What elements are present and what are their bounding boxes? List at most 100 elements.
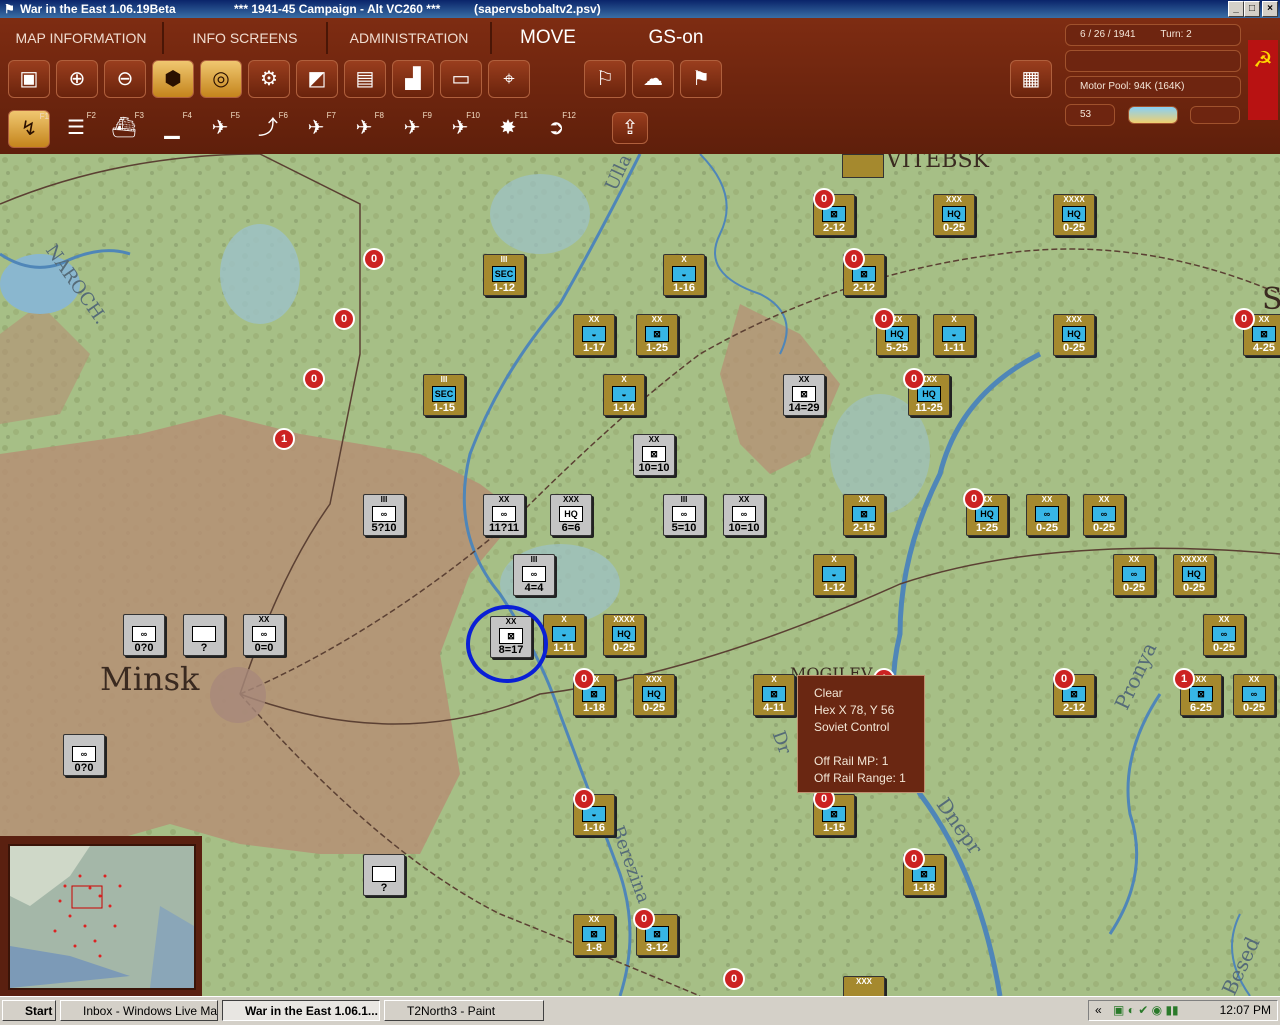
unit-counter[interactable]: XX ∞ 0-25 (1083, 494, 1125, 536)
unit-counter[interactable]: XXX (843, 976, 885, 996)
stack-icon[interactable]: ◩ (296, 60, 338, 98)
unit-counter[interactable]: ? (363, 854, 405, 896)
unit-counter[interactable]: XXX HQ 0-25 (633, 674, 675, 716)
unit-counter[interactable]: XXX HQ 0-25 (1053, 314, 1095, 356)
unit-counter[interactable]: III ∞ 4=4 (513, 554, 555, 596)
unit-counter[interactable]: XX ∞ 0-25 (1026, 494, 1068, 536)
gs-toggle[interactable]: GS-on (620, 22, 732, 54)
unit-counter[interactable]: XXXX HQ 0-25 (603, 614, 645, 656)
taskbar-item-game[interactable]: War in the East 1.06.1... (222, 1000, 380, 1021)
f10-interdict-icon[interactable]: ✈ F10 (440, 110, 480, 146)
unit-counter[interactable]: XX ◒ 1-17 (573, 314, 615, 356)
unit-strength-label: 0-25 (1062, 222, 1086, 234)
minimap-frame (0, 836, 202, 996)
unit-counter[interactable]: XX ∞ 0-25 (1233, 674, 1275, 716)
weather-icon[interactable]: ☁ (632, 60, 674, 98)
factory-icon[interactable]: ▟ (392, 60, 434, 98)
unit-counter[interactable]: XXXXX HQ 0-25 (1173, 554, 1215, 596)
f5-label: F5 (230, 111, 240, 120)
date-turn-box: 6 / 26 / 1941 Turn: 2 (1065, 24, 1241, 46)
f11-explosion-icon[interactable]: ✸ F11 (488, 110, 528, 146)
flag-icon[interactable]: ⚑ (680, 60, 722, 98)
end-turn-icon[interactable]: ⚐ (584, 60, 626, 98)
unit-highlight-icon[interactable]: ◎ (200, 60, 242, 98)
unit-counter[interactable]: ∞ 0?0 (123, 614, 165, 656)
f1-move-icon[interactable]: ↯ F1 (8, 110, 50, 148)
box-icon[interactable]: ▭ (440, 60, 482, 98)
unit-counter[interactable]: III ∞ 5?10 (363, 494, 405, 536)
unit-counter[interactable]: III SEC 1-15 (423, 374, 465, 416)
blank-info-box (1065, 50, 1241, 72)
unit-size-label: XX (588, 315, 600, 324)
tray-expand-button[interactable]: « (1095, 1001, 1102, 1020)
unit-counter[interactable]: XX ∞ 0=0 (243, 614, 285, 656)
window-title-bar[interactable]: ⚑ War in the East 1.06.19Beta *** 1941-4… (0, 0, 1280, 18)
unit-counter[interactable]: X ◒ 1-16 (663, 254, 705, 296)
unit-counter[interactable]: XX ∞ 0-25 (1203, 614, 1245, 656)
start-button[interactable]: Start (2, 1000, 56, 1021)
zoom-out-icon[interactable]: ⊖ (104, 60, 146, 98)
unit-counter[interactable]: X ◒ 1-14 (603, 374, 645, 416)
tab-move[interactable]: MOVE (492, 22, 604, 54)
unit-counter[interactable]: X ◒ 1-11 (543, 614, 585, 656)
f2-rail-icon[interactable]: ☰ F2 (56, 110, 96, 146)
unit-counter[interactable]: III ∞ 5=10 (663, 494, 705, 536)
unit-strength-label: 1-16 (582, 822, 606, 834)
f9-paradrop-icon[interactable]: ✈ F9 (392, 110, 432, 146)
unit-strength-label: 14=29 (788, 402, 820, 414)
unit-counter[interactable]: XX ∞ 11?11 (483, 494, 525, 536)
chart-icon[interactable]: ▤ (344, 60, 386, 98)
unit-size-label: X (771, 675, 777, 684)
target-icon[interactable]: ⌖ (488, 60, 530, 98)
minimap[interactable] (8, 844, 196, 990)
unit-counter[interactable]: X ⊠ 4-11 (753, 674, 795, 716)
unit-counter[interactable]: ? (183, 614, 225, 656)
f5-air-icon[interactable]: ✈ F5 (200, 110, 240, 146)
unit-strength-label: 1-11 (943, 342, 965, 354)
f6-transfer-icon[interactable]: ⤴ F6 (248, 110, 288, 146)
minimize-button[interactable]: _ (1228, 1, 1244, 17)
settings-icon[interactable]: ⚙ (248, 60, 290, 98)
unit-counter[interactable]: XX ⊠ 1-8 (573, 914, 615, 956)
unit-counter[interactable]: XXX HQ 6=6 (550, 494, 592, 536)
f3-naval-icon[interactable]: ⛴ F3 (104, 110, 144, 146)
tray-icons[interactable]: ▣ ◐ ✔ ◉ ▮▮ (1113, 1001, 1179, 1020)
unit-counter[interactable]: XX ∞ 0-25 (1113, 554, 1155, 596)
tab-administration[interactable]: ADMINISTRATION (328, 22, 492, 54)
unit-strength-label: 4-25 (1252, 342, 1276, 354)
unit-counter[interactable]: XX ∞ 10=10 (723, 494, 765, 536)
layers-icon[interactable]: ▣ (8, 60, 50, 98)
f7-airstrike-icon[interactable]: ✈ F7 (296, 110, 336, 146)
unit-counter[interactable]: X ◒ 1-11 (933, 314, 975, 356)
unit-counter[interactable]: ∞ 0?0 (63, 734, 105, 776)
unit-counter[interactable]: XX ⊠ 10=10 (633, 434, 675, 476)
vitebsk-unit-partial[interactable] (842, 154, 884, 178)
f8-bomb-icon[interactable]: ✈ F8 (344, 110, 384, 146)
unit-counter[interactable]: III SEC 1-12 (483, 254, 525, 296)
unit-counter[interactable]: X ◒ 1-12 (813, 554, 855, 596)
taskbar-item-paint[interactable]: T2North3 - Paint (384, 1000, 544, 1021)
upload-icon[interactable]: ⇪ (612, 112, 648, 144)
app-icon: ⚑ (4, 2, 15, 16)
f4-sea-icon[interactable]: ▁ F4 (152, 110, 192, 146)
unit-strength-label: 1-15 (432, 402, 456, 414)
unit-counter[interactable]: XX ⊠ 14=29 (783, 374, 825, 416)
unit-size-label: XX (258, 615, 270, 624)
value-text: 53 (1080, 109, 1092, 120)
close-button[interactable]: × (1262, 1, 1278, 17)
unit-strength-label: 10=10 (638, 462, 670, 474)
unit-counter[interactable]: XX ⊠ 1-25 (636, 314, 678, 356)
tab-info-screens[interactable]: INFO SCREENS (164, 22, 328, 54)
f12-compass-icon[interactable]: ➲ F12 (536, 110, 576, 146)
unit-type-symbol: ◒ (552, 626, 576, 642)
unit-counter[interactable]: XXX HQ 0-25 (933, 194, 975, 236)
logistics-icon[interactable]: ▦ (1010, 60, 1052, 98)
unit-counter[interactable]: XXXX HQ 0-25 (1053, 194, 1095, 236)
unit-counter[interactable]: XX ⊠ 2-15 (843, 494, 885, 536)
taskbar-item-mail[interactable]: Inbox - Windows Live Mail (60, 1000, 218, 1021)
maximize-button[interactable]: □ (1244, 1, 1260, 17)
tab-map-information[interactable]: MAP INFORMATION (0, 22, 164, 54)
unit-type-symbol: ⊠ (762, 686, 786, 702)
hex-icon[interactable]: ⬢ (152, 60, 194, 98)
zoom-in-icon[interactable]: ⊕ (56, 60, 98, 98)
